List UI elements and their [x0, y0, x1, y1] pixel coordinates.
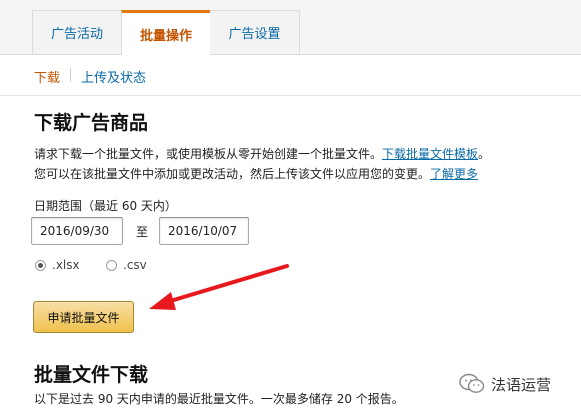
desc1-tail: 。 [478, 147, 491, 161]
red-arrow-annotation [149, 264, 289, 310]
tab-campaigns[interactable]: 广告活动 [32, 10, 122, 54]
subnav-upload-status[interactable]: 上传及状态 [81, 67, 146, 86]
format-csv-radio[interactable]: .csv [106, 258, 147, 272]
subnav-download[interactable]: 下载 [34, 67, 60, 86]
end-date-input[interactable]: 2016/10/07 [159, 217, 249, 245]
download-description-1: 请求下载一个批量文件，或使用模板从零开始创建一个批量文件。下载批量文件模板。 [34, 145, 490, 162]
subnav-divider [70, 68, 71, 82]
download-section-title: 下载广告商品 [34, 112, 149, 134]
tab-ad-settings[interactable]: 广告设置 [210, 10, 300, 54]
watermark: 法语运营 [459, 373, 551, 395]
request-bulk-file-button[interactable]: 申请批量文件 [33, 301, 134, 333]
watermark-text: 法语运营 [491, 375, 552, 394]
format-xlsx-label: .xlsx [52, 258, 80, 272]
start-date-input[interactable]: 2016/09/30 [31, 217, 123, 245]
format-csv-label: .csv [123, 258, 147, 272]
desc1-text: 请求下载一个批量文件，或使用模板从零开始创建一个批量文件。 [34, 147, 383, 161]
main-content: 下载广告商品 请求下载一个批量文件，或使用模板从零开始创建一个批量文件。下载批量… [0, 96, 581, 418]
wechat-icon [459, 373, 485, 393]
learn-more-link[interactable]: 了解更多 [430, 167, 478, 181]
tab-bar: 广告活动 批量操作 广告设置 [0, 0, 581, 55]
tab-bulk-operations[interactable]: 批量操作 [121, 10, 211, 55]
date-range-label: 日期范围（最近 60 天内） [34, 199, 177, 213]
download-template-link[interactable]: 下载批量文件模板 [382, 147, 478, 161]
file-download-section-title: 批量文件下载 [34, 364, 149, 386]
desc2-text: 您可以在该批量文件中添加或更改活动，然后上传该文件以应用您的变更。 [34, 167, 431, 181]
format-xlsx-radio[interactable]: .xlsx [35, 258, 80, 272]
sub-navigation: 下载 上传及状态 [0, 55, 581, 96]
file-download-description: 以下是过去 90 天内申请的最近批量文件。一次最多储存 20 个报告。 [34, 392, 404, 406]
to-label: 至 [136, 225, 149, 239]
download-description-2: 您可以在该批量文件中添加或更改活动，然后上传该文件以应用您的变更。了解更多 [34, 165, 478, 182]
radio-checked-icon [35, 259, 46, 271]
radio-unchecked-icon [106, 259, 117, 271]
